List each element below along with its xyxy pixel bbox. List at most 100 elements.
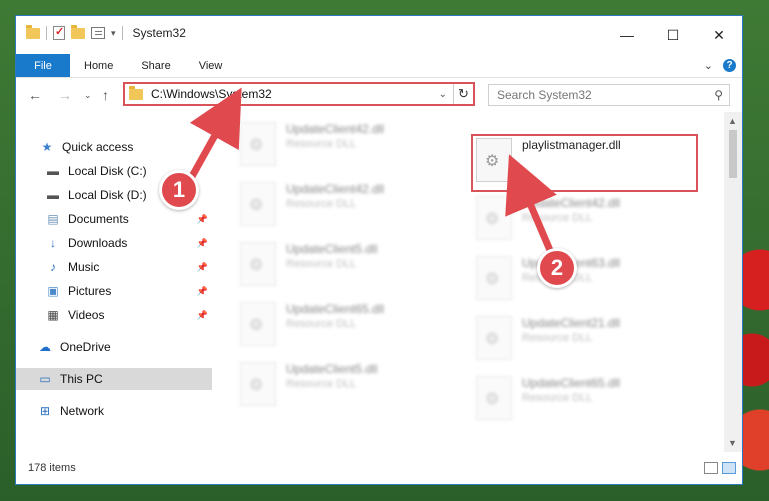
sidebar-item-label: Documents <box>68 212 129 226</box>
folder-icon <box>26 24 40 39</box>
sidebar-item-videos[interactable]: ▦ Videos 📌 <box>16 304 212 326</box>
file-type: Resource DLL <box>286 198 357 210</box>
folder-icon <box>129 85 143 100</box>
sidebar-item-downloads[interactable]: ↓ Downloads 📌 <box>16 232 212 254</box>
recent-dropdown-icon[interactable]: ⌄ <box>84 90 92 101</box>
sidebar-item-this-pc[interactable]: ▭ This PC <box>16 368 212 390</box>
file-type: Resource DLL <box>286 378 357 390</box>
file-name: UpdateClient42.dll <box>286 122 385 136</box>
file-name: UpdateClient21.dll <box>522 316 621 330</box>
dll-file-icon <box>240 362 276 406</box>
item-count: 178 items <box>28 462 76 474</box>
file-item[interactable]: UpdateClient5.dll Resource DLL <box>240 362 470 420</box>
close-button[interactable]: ✕ <box>696 16 742 54</box>
details-view-icon[interactable] <box>704 462 718 474</box>
expand-ribbon-icon[interactable]: ⌄ <box>704 59 713 72</box>
properties-icon[interactable] <box>91 27 105 39</box>
sidebar-item-onedrive[interactable]: ☁ OneDrive <box>16 336 212 358</box>
pin-icon[interactable]: 📌 <box>197 286 208 297</box>
dll-file-icon <box>476 256 512 300</box>
music-icon: ♪ <box>50 260 56 274</box>
file-item[interactable]: UpdateClient21.dll Resource DLL <box>476 316 706 374</box>
videos-icon: ▦ <box>47 308 59 322</box>
sidebar-item-music[interactable]: ♪ Music 📌 <box>16 256 212 278</box>
address-path: C:\Windows\System32 <box>151 87 272 101</box>
address-dropdown-icon[interactable]: ⌄ <box>439 89 447 100</box>
file-explorer-window: ▾ System32 — ☐ ✕ File Home Share View ⌄ … <box>15 15 743 485</box>
qa-dropdown-icon[interactable]: ▾ <box>111 28 116 39</box>
sidebar-item-network[interactable]: ⊞ Network <box>16 400 212 422</box>
new-folder-icon[interactable] <box>71 24 85 39</box>
scroll-up-icon[interactable]: ▲ <box>728 116 737 126</box>
file-type: Resource DLL <box>522 392 593 404</box>
tab-share[interactable]: Share <box>127 54 184 77</box>
properties-check-icon[interactable] <box>53 25 65 40</box>
tab-view[interactable]: View <box>185 54 237 77</box>
pin-icon[interactable]: 📌 <box>197 214 208 225</box>
file-item[interactable]: UpdateClient63.dllResource DLL <box>476 256 706 314</box>
cloud-icon: ☁ <box>39 340 51 354</box>
sidebar-item-label: Pictures <box>68 284 112 298</box>
sidebar-item-label: Music <box>68 260 100 274</box>
pin-icon[interactable]: 📌 <box>197 310 208 321</box>
forward-arrow-icon[interactable]: → <box>58 87 72 103</box>
file-name: UpdateClient42.dll <box>522 196 621 210</box>
minimize-button[interactable]: — <box>604 16 650 54</box>
file-item[interactable]: UpdateClient42.dll Resource DLL <box>476 196 706 254</box>
maximize-button[interactable]: ☐ <box>650 16 696 54</box>
sidebar-item-quick-access[interactable]: ★ Quick access <box>16 136 212 158</box>
up-arrow-icon[interactable]: ↑ <box>102 87 109 103</box>
file-type: Resource DLL <box>286 258 357 270</box>
scroll-down-icon[interactable]: ▼ <box>728 438 737 448</box>
selection-highlight <box>471 134 698 192</box>
dll-file-icon <box>476 316 512 360</box>
file-type: Resource DLL <box>522 332 593 344</box>
back-arrow-icon[interactable]: ← <box>28 87 42 103</box>
file-type: Resource DLL <box>522 212 593 224</box>
search-box[interactable]: ⚲ <box>488 84 730 106</box>
drive-icon: ▬ <box>47 164 59 178</box>
tab-file[interactable]: File <box>16 54 70 77</box>
title-bar: ▾ System32 — ☐ ✕ <box>16 16 742 54</box>
file-list: UpdateClient42.dll Resource DLL UpdateCli… <box>214 112 726 452</box>
download-icon: ↓ <box>50 236 56 250</box>
refresh-icon[interactable]: ↻ <box>453 84 473 104</box>
sidebar-item-label: Local Disk (D:) <box>68 188 147 202</box>
file-item[interactable]: UpdateClient42.dll Resource DLL <box>240 182 470 240</box>
documents-icon: ▤ <box>47 212 59 226</box>
sidebar-item-label: Downloads <box>68 236 128 250</box>
window-title: System32 <box>132 26 186 40</box>
file-item[interactable]: UpdateClient5.dll Resource DLL <box>240 242 470 300</box>
search-input[interactable] <box>497 88 697 102</box>
file-name: UpdateClient42.dll <box>286 182 385 196</box>
callout-badge-two: 2 <box>537 248 577 288</box>
tab-home[interactable]: Home <box>70 54 127 77</box>
file-item[interactable]: UpdateClient65.dll Resource DLL <box>476 376 706 434</box>
pin-icon[interactable]: 📌 <box>197 262 208 273</box>
scrollbar-thumb[interactable] <box>729 130 737 178</box>
window-controls: — ☐ ✕ <box>604 16 742 54</box>
dll-file-icon <box>240 122 276 166</box>
star-icon: ★ <box>41 140 53 154</box>
sidebar-item-documents[interactable]: ▤ Documents 📌 <box>16 208 212 230</box>
file-item[interactable]: UpdateClient42.dll Resource DLL <box>240 122 470 180</box>
dll-file-icon <box>240 182 276 226</box>
status-bar: 178 items <box>16 452 742 484</box>
sidebar-item-label: Local Disk (C:) <box>68 164 147 178</box>
pin-icon[interactable]: 📌 <box>197 238 208 249</box>
file-item[interactable]: UpdateClient65.dll Resource DLL <box>240 302 470 360</box>
file-name: UpdateClient5.dll <box>286 242 378 256</box>
sidebar-item-label: Quick access <box>62 140 134 154</box>
vertical-scrollbar[interactable]: ▲ ▼ <box>724 112 742 452</box>
ribbon-tabs: File Home Share View ⌄ ? <box>16 54 742 78</box>
callout-badge-one: 1 <box>159 170 199 210</box>
dll-file-icon <box>476 376 512 420</box>
help-icon[interactable]: ? <box>723 59 736 72</box>
dll-file-icon <box>240 302 276 346</box>
large-icons-view-icon[interactable] <box>722 462 736 474</box>
sidebar-item-pictures[interactable]: ▣ Pictures 📌 <box>16 280 212 302</box>
pictures-icon: ▣ <box>47 284 59 298</box>
computer-icon: ▭ <box>39 372 51 386</box>
file-type: Resource DLL <box>286 318 357 330</box>
address-bar[interactable]: C:\Windows\System32 ⌄ ↻ <box>123 82 475 106</box>
